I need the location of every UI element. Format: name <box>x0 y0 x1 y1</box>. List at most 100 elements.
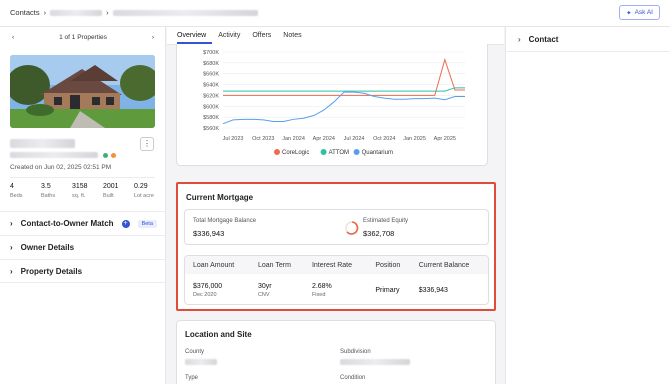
legend-marker <box>274 149 280 155</box>
equity-label: Estimated Equity <box>363 218 409 224</box>
plus-icon: + <box>121 219 130 228</box>
breadcrumb-separator: › <box>43 8 47 17</box>
county-value <box>185 359 217 365</box>
y-tick-label: $560K <box>203 126 219 132</box>
x-tick-label: Jan 2025 <box>403 136 426 142</box>
tab-overview[interactable]: Overview <box>177 27 213 44</box>
chevron-right-icon: › <box>10 243 13 252</box>
y-tick-label: $580K <box>203 115 219 121</box>
stat-label: Lot acre <box>134 193 154 199</box>
tab-offers[interactable]: Offers <box>252 27 277 44</box>
interest-rate-value: 2.68% <box>311 282 332 290</box>
status-dot-orange <box>111 153 116 158</box>
created-date: Created on Jun 02, 2025 02:51 PM <box>10 164 112 171</box>
total-balance-value: $336,943 <box>193 229 225 238</box>
subdivision-label: Subdivision <box>340 349 371 355</box>
location-title: Location and Site <box>185 330 252 339</box>
legend-label: Quantarium <box>362 150 393 156</box>
x-tick-label: Apr 2025 <box>434 136 456 142</box>
equity-value: $362,708 <box>363 229 395 238</box>
property-photo <box>10 55 155 128</box>
more-options-button[interactable]: ⋮ <box>140 137 154 151</box>
series-line-quantarium <box>222 91 465 125</box>
property-city <box>10 152 98 158</box>
breadcrumb-property-address <box>112 9 258 16</box>
tab-bar: Overview Activity Offers Notes <box>167 27 504 45</box>
loan-term-value: 30yr <box>257 282 272 290</box>
series-line-attom <box>223 87 465 92</box>
stat-label: sq. ft. <box>72 193 86 199</box>
property-stats: 4 Beds 3.5 Baths 3158 sq. ft. 2001 Built 0.2… <box>10 183 165 199</box>
stat-value: 3158 <box>72 183 88 190</box>
x-tick-label: Jul 2024 <box>344 136 365 142</box>
chevron-left-icon[interactable]: ‹ <box>12 34 14 41</box>
stat-baths: 3.5 Baths <box>41 183 68 199</box>
chevron-right-icon[interactable]: › <box>152 34 154 41</box>
col-position: Position <box>367 256 411 274</box>
tab-activity[interactable]: Activity <box>218 27 246 44</box>
mortgage-title: Current Mortgage <box>186 193 254 202</box>
legend-label: CoreLogic <box>282 150 309 156</box>
stat-built: 2001 Built <box>103 183 130 199</box>
status-dot-green <box>103 153 108 158</box>
x-tick-label: Jan 2024 <box>282 136 305 142</box>
valuation-chart: $700K $680K $660K $640K $620K $600K $580K $560K… <box>203 50 465 156</box>
loan-table-header: Loan Amount Loan Term Interest Rate Posi… <box>185 256 488 274</box>
section-label: Property Details <box>20 266 83 276</box>
breadcrumb-separator: › <box>106 8 109 17</box>
col-loan-term: Loan Term <box>249 256 304 274</box>
loan-table: Loan Amount Loan Term Interest Rate Posi… <box>184 255 489 305</box>
y-tick-label: $660K <box>203 72 219 78</box>
section-owner-details[interactable]: › Owner Details <box>0 235 166 259</box>
status-dots <box>103 153 116 158</box>
breadcrumb-contacts[interactable]: Contacts <box>10 8 40 17</box>
cell-loan-amount: $376,000 Dec 2020 <box>185 274 250 304</box>
y-tick-label: $700K <box>203 50 219 56</box>
chevron-right-icon: › <box>518 35 521 44</box>
loan-date: Dec 2020 <box>193 291 217 298</box>
stat-lot: 0.29 Lot acre <box>134 183 161 199</box>
ask-ai-button[interactable]: ✦ Ask AI <box>619 5 660 20</box>
legend-marker <box>353 149 360 155</box>
chevron-right-icon: › <box>10 219 13 228</box>
total-balance-label: Total Mortgage Balance <box>193 218 257 224</box>
x-tick-label: Jul 2023 <box>223 136 244 142</box>
stat-beds: 4 Beds <box>10 183 37 199</box>
divider <box>10 177 155 178</box>
contact-header[interactable]: › Contact <box>518 35 558 44</box>
top-bar: Contacts › › ✦ Ask AI <box>0 0 670 27</box>
loan-amount-value: $376,000 <box>193 282 223 290</box>
breadcrumb: Contacts › › <box>10 8 258 17</box>
stat-value: 3.5 <box>41 183 51 190</box>
current-mortgage-card: Current Mortgage Total Mortgage Balance … <box>176 182 496 311</box>
property-sidebar: ‹ 1 of 1 Properties › ⋮ Created on Jun 0… <box>0 27 166 384</box>
subdivision-value <box>340 359 410 365</box>
x-tick-label: Apr 2024 <box>313 136 335 142</box>
section-label: Contact-to-Owner Match <box>20 219 114 228</box>
location-site-card: Location and Site County Subdivision Typ… <box>176 320 496 384</box>
section-property-details[interactable]: › Property Details <box>0 259 166 283</box>
stat-label: Baths <box>41 193 56 199</box>
y-tick-label: $620K <box>203 93 219 99</box>
x-tick-label: Oct 2024 <box>373 136 395 142</box>
stat-value: 2001 <box>103 183 119 190</box>
series-line-corelogic <box>223 57 465 96</box>
stat-label: Beds <box>10 193 23 199</box>
stat-value: 0.29 <box>134 183 148 190</box>
section-owner-match[interactable]: › Contact-to-Owner Match + Beta <box>0 211 166 235</box>
legend-marker <box>320 149 327 155</box>
beta-badge: Beta <box>137 219 157 228</box>
county-label: County <box>185 349 205 355</box>
ask-ai-label: Ask AI <box>634 9 653 16</box>
breadcrumb-contact-name[interactable] <box>50 9 103 16</box>
cell-interest-rate: 2.68% Fixed <box>304 274 367 304</box>
chevron-right-icon: › <box>10 266 13 276</box>
tab-notes[interactable]: Notes <box>283 27 307 44</box>
sparkle-icon: ✦ <box>626 9 632 17</box>
mortgage-summary: Total Mortgage Balance $336,943 Estimate… <box>184 209 489 245</box>
y-tick-label: $680K <box>203 61 219 67</box>
cell-loan-term: 30yr CNV <box>250 274 304 304</box>
type-label: Type <box>185 375 199 381</box>
stat-sqft: 3158 sq. ft. <box>72 183 99 199</box>
cell-current-balance: $336,943 <box>418 286 448 294</box>
